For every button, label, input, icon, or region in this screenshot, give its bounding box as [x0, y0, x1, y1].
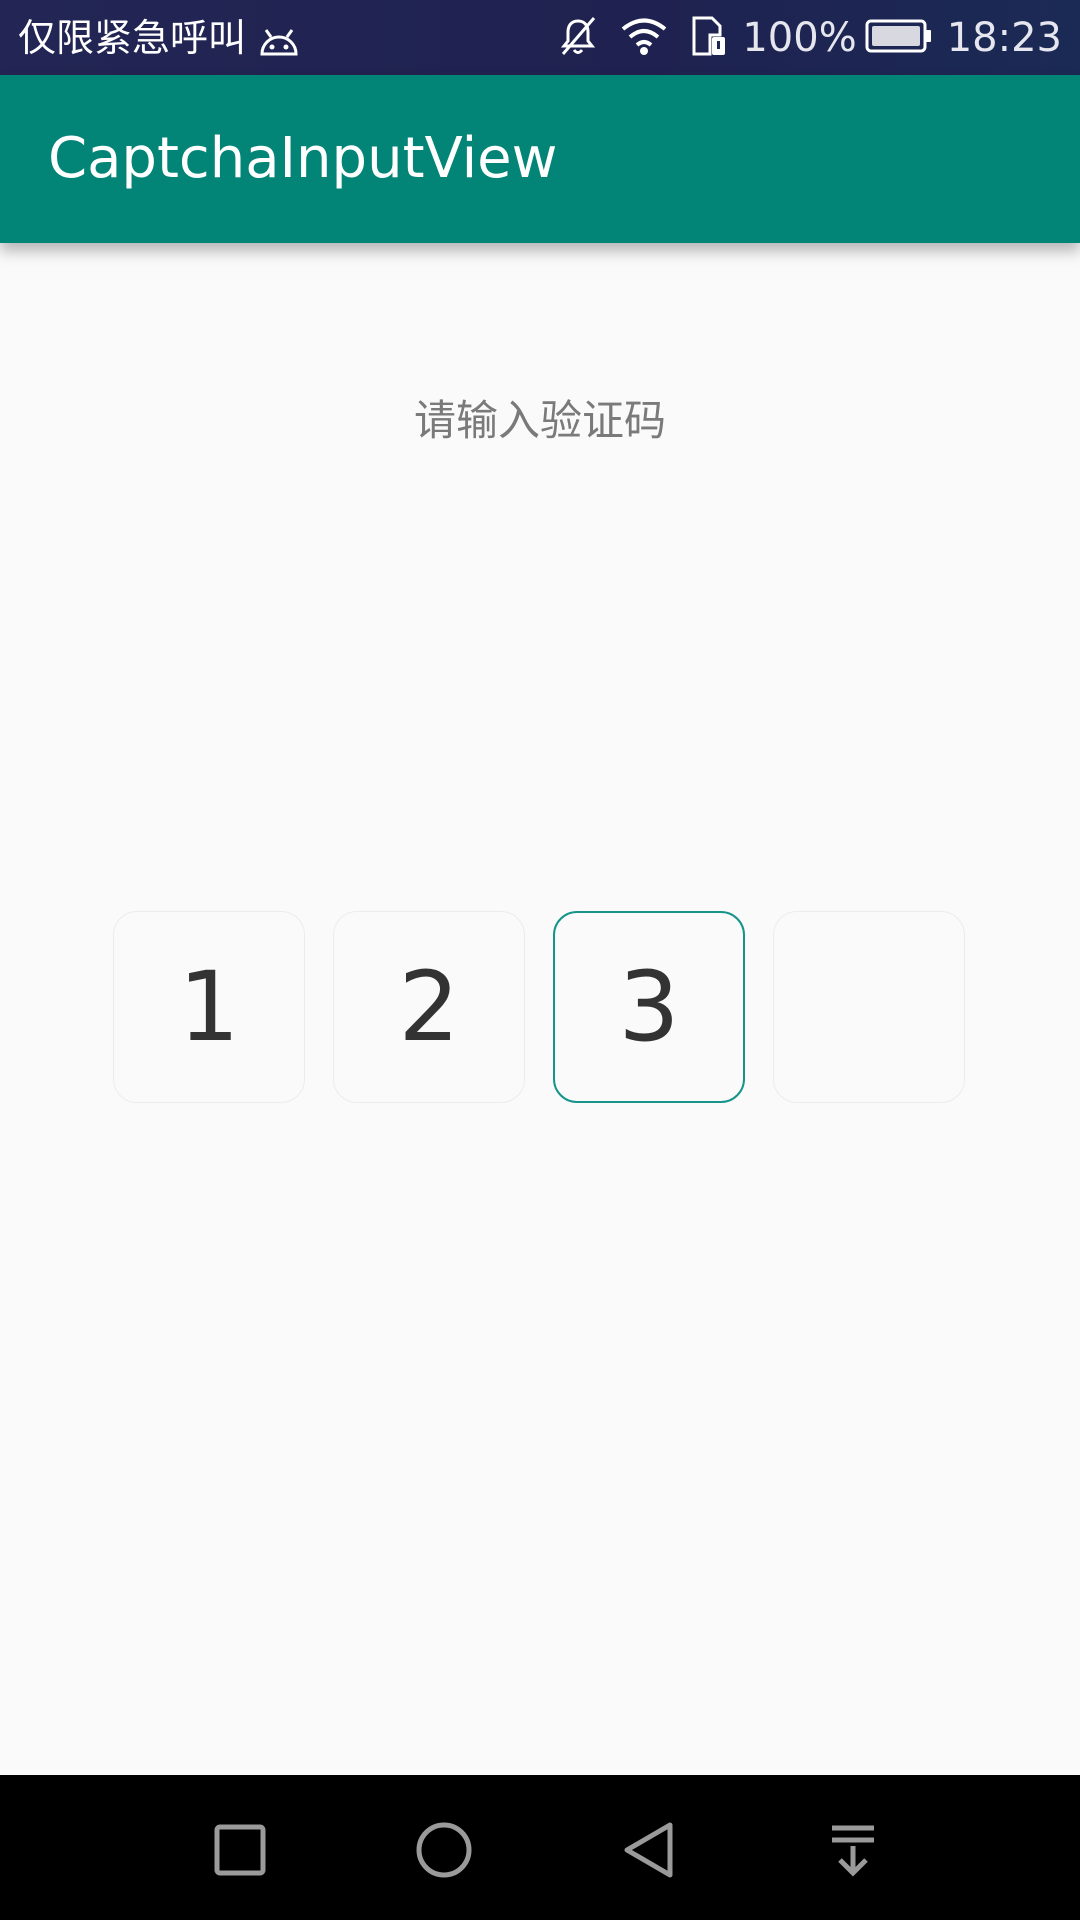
- app-title: CaptchaInputView: [48, 126, 558, 191]
- sim-icon: [690, 15, 728, 61]
- app-bar: CaptchaInputView: [0, 75, 1080, 243]
- wifi-icon: [620, 16, 668, 60]
- home-icon[interactable]: [409, 1815, 479, 1885]
- captcha-prompt: 请输入验证码: [413, 396, 666, 445]
- back-icon[interactable]: [614, 1815, 684, 1885]
- captcha-box-2[interactable]: 2: [333, 911, 525, 1103]
- status-bar: 仅限紧急呼叫 100% 18:23: [0, 0, 1080, 75]
- status-right: 100% 18:23: [536, 12, 1062, 64]
- navigation-bar: [0, 1775, 1080, 1920]
- main-content: 请输入验证码 1 2 3: [0, 243, 1080, 1775]
- battery-percent: 100%: [742, 15, 857, 61]
- status-left: 仅限紧急呼叫: [18, 14, 302, 62]
- status-time: 18:23: [946, 15, 1062, 61]
- captcha-box-1[interactable]: 1: [113, 911, 305, 1103]
- battery-icon: [865, 18, 933, 58]
- mute-icon: [558, 15, 598, 61]
- notification-pull-icon[interactable]: [818, 1815, 888, 1885]
- recent-apps-icon[interactable]: [205, 1815, 275, 1885]
- captcha-box-3[interactable]: 3: [553, 911, 745, 1103]
- captcha-box-4[interactable]: [773, 911, 965, 1103]
- carrier-text: 仅限紧急呼叫: [18, 16, 247, 60]
- android-debug-icon: [256, 21, 302, 56]
- captcha-input[interactable]: 1 2 3: [113, 911, 967, 1105]
